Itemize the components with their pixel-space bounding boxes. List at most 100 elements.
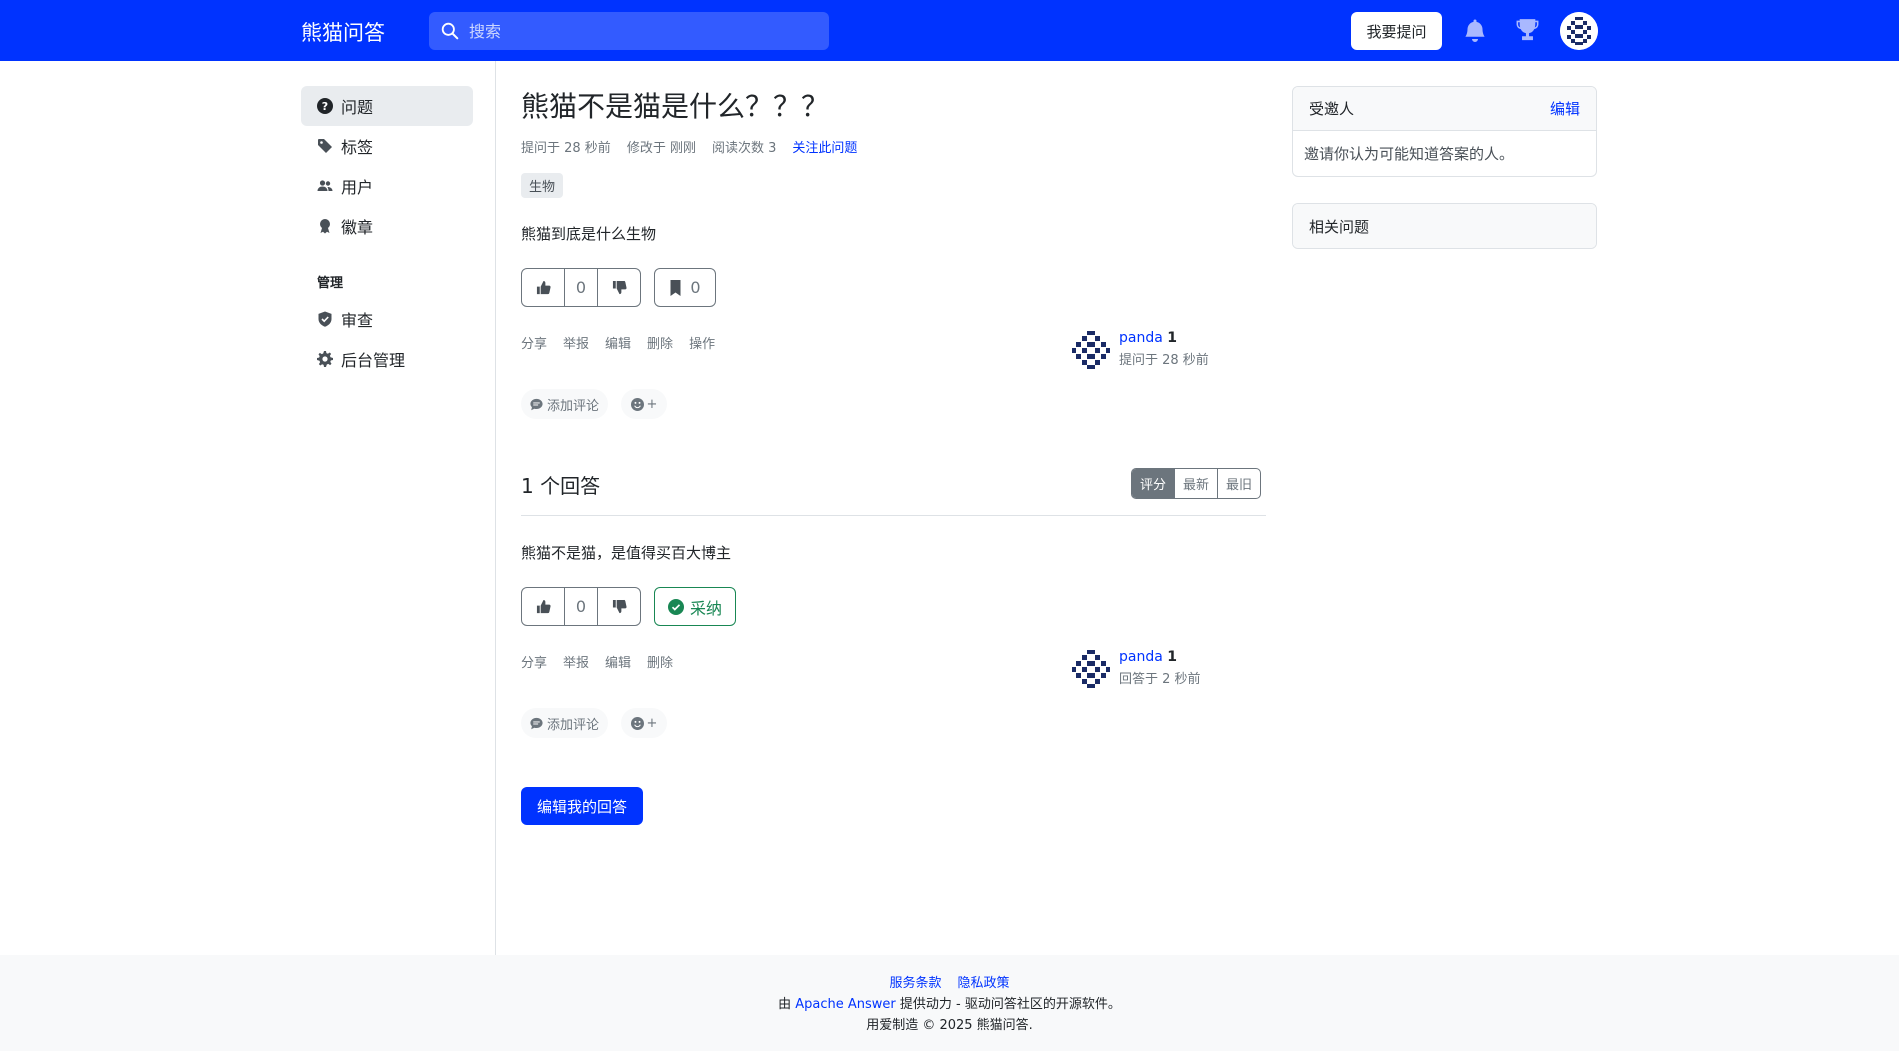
- add-comment-label: 添加评论: [547, 398, 600, 414]
- related-questions-title: 相关问题: [1309, 217, 1370, 236]
- bookmark-icon: [670, 279, 681, 296]
- thumbs-down-icon: [612, 599, 627, 614]
- question-title[interactable]: 熊猫不是猫是什么？？？: [521, 85, 829, 125]
- smile-icon: [630, 716, 644, 730]
- author-reputation: 1: [1167, 649, 1178, 665]
- terms-link[interactable]: 服务条款: [889, 972, 941, 991]
- question-body: 熊猫到底是什么生物: [521, 225, 657, 243]
- operations-link[interactable]: 操作: [689, 333, 715, 352]
- author-reputation: 1: [1167, 330, 1178, 346]
- thumbs-up-icon: [536, 280, 551, 295]
- shield-check-icon: [317, 311, 333, 327]
- sidebar-item-label: 问题: [341, 98, 374, 117]
- tag-badge[interactable]: 生物: [521, 173, 564, 198]
- sidebar-item-review[interactable]: 审查: [301, 299, 473, 339]
- add-reaction-button[interactable]: +: [621, 708, 667, 738]
- svg-text:?: ?: [322, 100, 328, 113]
- vote-count: 0: [564, 269, 598, 306]
- add-reaction-button[interactable]: +: [621, 389, 667, 419]
- question-author: panda 1 提问于 28 秒前: [1071, 330, 1209, 370]
- edit-link[interactable]: 编辑: [605, 652, 631, 671]
- sidebar-item-label: 后台管理: [341, 351, 406, 370]
- asked-time: 提问于 28 秒前: [521, 141, 611, 156]
- smile-icon: [630, 397, 644, 411]
- accept-answer-button[interactable]: 采纳: [654, 587, 736, 626]
- upvote-button[interactable]: [522, 588, 564, 625]
- chat-icon: [530, 717, 543, 729]
- sidebar-item-badges[interactable]: 徽章: [301, 206, 473, 246]
- thumbs-down-icon: [612, 280, 627, 295]
- sidebar-item-admin[interactable]: 后台管理: [301, 339, 473, 379]
- related-questions-card: 相关问题: [1292, 203, 1597, 249]
- answer-body: 熊猫不是猫，是值得买百大博主: [521, 544, 732, 562]
- sidebar-item-users[interactable]: 用户: [301, 166, 473, 206]
- author-time: 回答于 2 秒前: [1119, 672, 1201, 687]
- question-vote-group: 0: [521, 268, 641, 307]
- gear-icon: [317, 351, 333, 367]
- apache-answer-link[interactable]: Apache Answer: [795, 997, 896, 1012]
- question-meta: 提问于 28 秒前 修改于 刚刚 阅读次数 3 关注此问题: [521, 137, 857, 156]
- share-link[interactable]: 分享: [521, 333, 547, 352]
- sidebar-item-label: 标签: [341, 138, 374, 157]
- sidebar-item-tags[interactable]: 标签: [301, 126, 473, 166]
- add-comment-label: 添加评论: [547, 717, 600, 733]
- sort-newest-button[interactable]: 最新: [1174, 469, 1217, 498]
- tag-icon: [317, 138, 333, 154]
- view-count: 阅读次数 3: [711, 141, 777, 156]
- powered-prefix: 由: [778, 997, 792, 1012]
- question-actions: 分享 举报 编辑 删除 操作: [521, 333, 715, 352]
- invitees-edit-link[interactable]: 编辑: [1550, 98, 1580, 119]
- check-circle-icon: [667, 598, 684, 615]
- add-comment-button[interactable]: 添加评论: [521, 708, 609, 738]
- powered-suffix: 提供动力 - 驱动问答社区的开源软件。: [899, 997, 1121, 1012]
- author-time: 提问于 28 秒前: [1119, 353, 1209, 368]
- vote-count: 0: [564, 588, 598, 625]
- powered-by: 由 Apache Answer 提供动力 - 驱动问答社区的开源软件。: [0, 993, 1899, 1012]
- ask-question-button[interactable]: 我要提问: [1351, 12, 1442, 50]
- edit-link[interactable]: 编辑: [605, 333, 631, 352]
- follow-question-link[interactable]: 关注此问题: [792, 137, 857, 156]
- bookmark-count: 0: [690, 278, 701, 297]
- add-comment-button[interactable]: 添加评论: [521, 389, 609, 419]
- sort-oldest-button[interactable]: 最旧: [1217, 469, 1260, 498]
- answers-divider: [521, 515, 1266, 516]
- question-circle-icon: ?: [317, 98, 333, 114]
- search-box[interactable]: [429, 12, 829, 50]
- report-link[interactable]: 举报: [563, 652, 589, 671]
- reaction-plus: +: [646, 396, 658, 412]
- report-link[interactable]: 举报: [563, 333, 589, 352]
- user-avatar[interactable]: [1560, 12, 1598, 50]
- sidebar-item-label: 审查: [341, 311, 374, 330]
- accept-label: 采纳: [689, 598, 722, 618]
- downvote-button[interactable]: [598, 588, 640, 625]
- author-avatar[interactable]: [1071, 330, 1111, 370]
- edit-my-answer-button[interactable]: 编辑我的回答: [521, 787, 643, 825]
- copyright: 用爱制造 © 2025 熊猫问答.: [866, 1018, 1033, 1033]
- left-sidebar: ? 问题 标签 用户 徽章 管理 审查 后台管理: [0, 61, 496, 955]
- top-navbar: 熊猫问答 我要提问: [0, 0, 1899, 61]
- answer-author: panda 1 回答于 2 秒前: [1071, 649, 1201, 689]
- author-avatar[interactable]: [1071, 649, 1111, 689]
- privacy-link[interactable]: 隐私政策: [958, 972, 1010, 991]
- author-name[interactable]: panda: [1119, 330, 1163, 346]
- bell-icon[interactable]: [1463, 17, 1487, 47]
- sort-score-button[interactable]: 评分: [1132, 469, 1175, 498]
- invitees-body: 邀请你认为可能知道答案的人。: [1304, 145, 1515, 163]
- search-input[interactable]: [469, 21, 809, 41]
- downvote-button[interactable]: [598, 269, 640, 306]
- sidebar-admin-title: 管理: [317, 276, 344, 291]
- reaction-plus: +: [646, 715, 658, 731]
- bookmark-button[interactable]: 0: [654, 268, 716, 307]
- delete-link[interactable]: 删除: [647, 652, 673, 671]
- sidebar-item-questions[interactable]: ? 问题: [301, 86, 473, 126]
- sidebar-item-label: 徽章: [341, 218, 374, 237]
- upvote-button[interactable]: [522, 269, 564, 306]
- answers-heading: 1 个回答: [521, 474, 601, 498]
- author-name[interactable]: panda: [1119, 649, 1163, 665]
- site-logo[interactable]: 熊猫问答: [301, 17, 385, 47]
- share-link[interactable]: 分享: [521, 652, 547, 671]
- modified-time[interactable]: 修改于 刚刚: [627, 137, 696, 156]
- trophy-icon[interactable]: [1515, 17, 1540, 47]
- thumbs-up-icon: [536, 599, 551, 614]
- delete-link[interactable]: 删除: [647, 333, 673, 352]
